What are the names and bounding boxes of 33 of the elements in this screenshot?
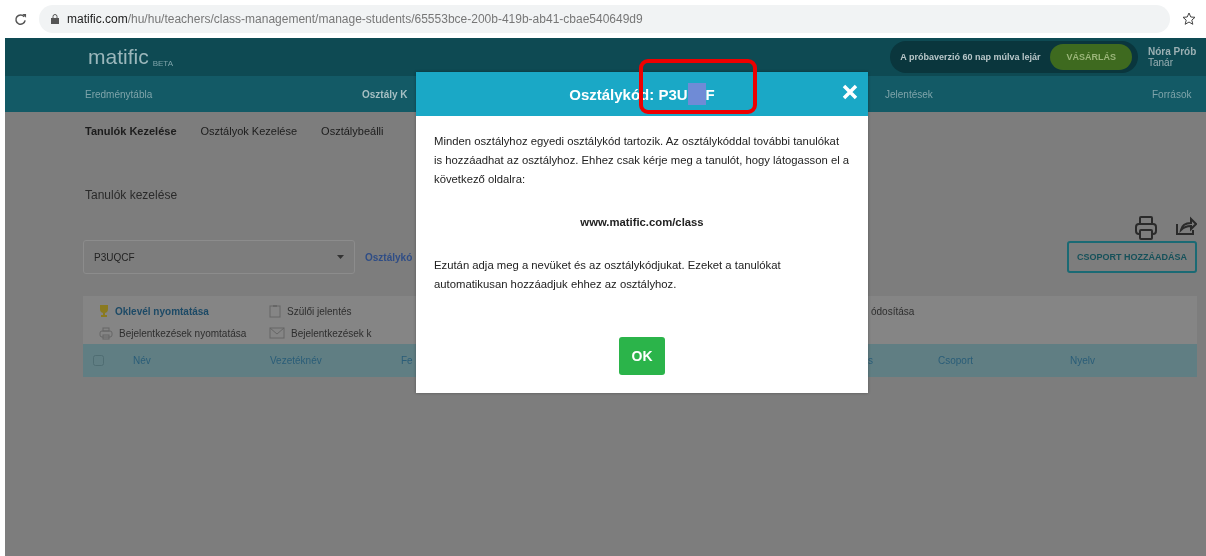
class-code-link[interactable]: Osztálykó <box>365 251 413 263</box>
dialog-text: Ezután adja meg a nevüket és az osztálykódjukat. Ezeket a tanulókat automatikusan hozzáadjuk ehhez az osztályhoz. <box>434 258 782 292</box>
trophy-icon <box>99 304 109 318</box>
reload-icon[interactable] <box>14 12 27 26</box>
user-name[interactable]: Nóra Prób <box>1148 46 1206 57</box>
class-url: www.matific.com/class <box>579 215 705 230</box>
action-link[interactable]: Oklevél nyomtatása <box>99 300 269 322</box>
ok-button[interactable]: OK <box>619 337 665 375</box>
trial-notice: A próbaverzió 60 nap múlva lejár <box>900 52 1041 62</box>
buy-button[interactable]: VÁSÁRLÁS <box>1050 44 1132 70</box>
share-icon[interactable] <box>1175 216 1197 236</box>
subnav-tab[interactable]: Tanulók Kezelése <box>85 125 177 137</box>
user-role: Tanár <box>1148 57 1174 68</box>
lock-icon <box>51 14 59 24</box>
close-button[interactable] <box>842 84 858 100</box>
class-select[interactable]: P3UQCF <box>83 240 355 274</box>
address-bar[interactable]: matific.com/hu/hu/teachers/class-management/manage-students/65553bce-200b-419b-ab41-cbae540649d9 <box>39 5 1170 33</box>
nav-tab[interactable]: Osztály K <box>362 88 408 100</box>
caret-icon <box>337 255 344 259</box>
subnav-tab[interactable]: Osztályok Kezelése <box>200 125 298 137</box>
envelope-icon <box>269 327 285 339</box>
nav-tab[interactable]: Források <box>1152 88 1192 100</box>
nav-tab[interactable]: Eredménytábla <box>85 88 153 100</box>
page-title: Tanulók kezelése <box>85 188 178 204</box>
subnav-tab[interactable]: Osztálybeálli <box>321 125 384 137</box>
clipboard-icon <box>269 304 281 318</box>
star-icon[interactable] <box>1182 12 1196 26</box>
printer-icon <box>99 326 113 340</box>
nav-tab[interactable]: Jelentések <box>885 88 933 100</box>
url-text: matific.com/hu/hu/teachers/class-management/manage-students/65553bce-200b-419b-ab41-cbae540649d9 <box>67 12 643 26</box>
dialog-text: Minden osztályhoz egyedi osztálykód tartozik. Az osztálykóddal további tanulókat is hozzáadhat az osztályhoz. Ehhez csak kérje meg a tanulót, hogy látogasson el a következő oldalra: <box>434 134 850 187</box>
add-group-button[interactable]: CSOPORT HOZZÁADÁSA <box>1067 241 1197 273</box>
print-icon[interactable] <box>1135 216 1157 240</box>
